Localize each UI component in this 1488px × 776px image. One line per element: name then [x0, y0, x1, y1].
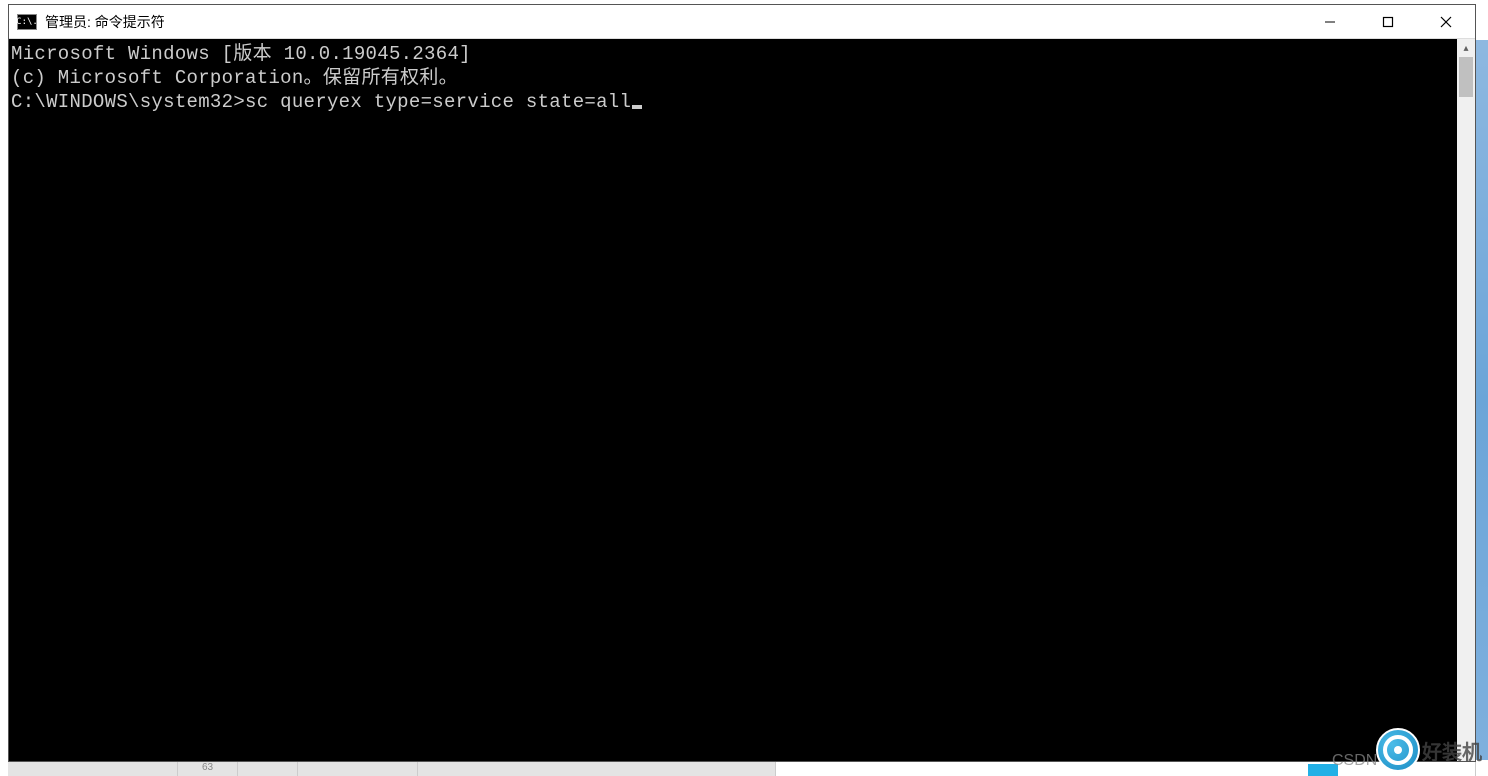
console-prompt: C:\WINDOWS\system32> [11, 91, 245, 113]
window-controls [1301, 5, 1475, 38]
scroll-thumb[interactable] [1459, 57, 1473, 97]
taskbar-partial: 63 [8, 762, 1476, 776]
console-command: sc queryex type=service state=all [245, 91, 631, 113]
logo-dot [1394, 746, 1402, 754]
taskbar-segment [8, 762, 178, 776]
cmd-icon-label: C:\. [16, 17, 38, 27]
taskbar-linecol: 63 [178, 762, 238, 776]
titlebar[interactable]: C:\. 管理员: 命令提示符 [9, 5, 1475, 39]
logo-text: 好装机 [1422, 736, 1482, 765]
console-prompt-line: C:\WINDOWS\system32>sc queryex type=serv… [11, 90, 1455, 114]
taskbar-segment [298, 762, 418, 776]
maximize-icon [1382, 16, 1394, 28]
minimize-button[interactable] [1301, 5, 1359, 38]
cmd-window: C:\. 管理员: 命令提示符 Microsoft Windows [版本 10… [8, 4, 1476, 762]
taskbar-segment [418, 762, 776, 776]
background-desktop-sliver [1476, 40, 1488, 760]
text-cursor [632, 105, 642, 109]
scroll-up-arrow[interactable]: ▴ [1457, 39, 1475, 57]
taskbar-segment [238, 762, 298, 776]
window-body: Microsoft Windows [版本 10.0.19045.2364](c… [9, 39, 1475, 761]
console-line: Microsoft Windows [版本 10.0.19045.2364] [11, 42, 1455, 66]
close-icon [1440, 16, 1452, 28]
console-line: (c) Microsoft Corporation。保留所有权利。 [11, 66, 1455, 90]
window-title: 管理员: 命令提示符 [45, 12, 165, 32]
cmd-icon: C:\. [17, 14, 37, 30]
logo-circle-icon [1376, 728, 1420, 772]
minimize-icon [1324, 16, 1336, 28]
vertical-scrollbar[interactable]: ▴ [1457, 39, 1475, 761]
maximize-button[interactable] [1359, 5, 1417, 38]
close-button[interactable] [1417, 5, 1475, 38]
console-output[interactable]: Microsoft Windows [版本 10.0.19045.2364](c… [9, 39, 1457, 761]
brand-logo: 好装机 [1376, 728, 1482, 772]
